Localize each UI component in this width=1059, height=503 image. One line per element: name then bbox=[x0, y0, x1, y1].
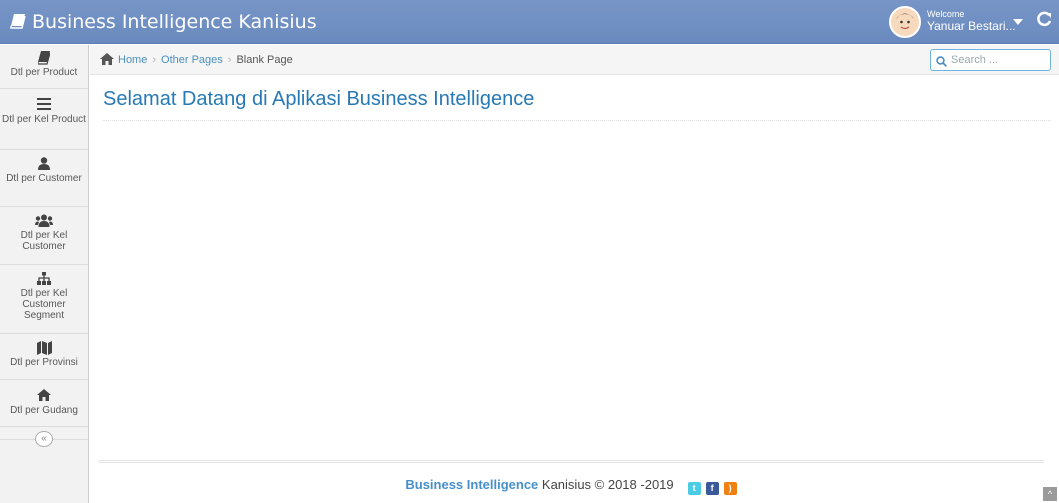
user-icon bbox=[0, 157, 88, 171]
collapse-sidebar-icon[interactable]: « bbox=[35, 431, 53, 447]
sidebar-item-label: Dtl per Kel Customer Segment bbox=[20, 288, 68, 321]
sidebar-item-label: Dtl per Kel Product bbox=[2, 114, 86, 125]
sidebar-item-product[interactable]: Dtl per Product bbox=[0, 45, 88, 89]
twitter-icon[interactable]: t bbox=[687, 482, 701, 495]
caret-down-icon[interactable] bbox=[1013, 19, 1023, 25]
rss-icon[interactable]: ) bbox=[723, 482, 737, 495]
sidebar-item-kel-product[interactable]: Dtl per Kel Product bbox=[0, 90, 88, 150]
users-icon bbox=[0, 214, 88, 228]
welcome-label: Welcome bbox=[927, 9, 965, 19]
facebook-icon[interactable]: f bbox=[705, 482, 719, 495]
breadcrumb: Home › Other Pages › Blank Page bbox=[90, 45, 1059, 75]
book-icon bbox=[10, 12, 26, 34]
sidebar-item-provinsi[interactable]: Dtl per Provinsi bbox=[0, 335, 88, 380]
welcome-text[interactable]: Welcome Yanuar Bestari... bbox=[927, 9, 1016, 33]
sidebar-item-customer[interactable]: Dtl per Customer bbox=[0, 151, 88, 207]
sidebar-item-kel-customer-segment[interactable]: Dtl per Kel Customer Segment bbox=[0, 266, 88, 334]
sidebar: Dtl per Product Dtl per Kel Product Dtl … bbox=[0, 45, 89, 503]
breadcrumb-trail: Home › Other Pages › Blank Page bbox=[100, 53, 293, 68]
sidebar-item-label: Dtl per Gudang bbox=[10, 405, 78, 416]
brand-title: Business Intelligence Kanisius bbox=[32, 11, 317, 33]
search-input[interactable] bbox=[951, 52, 1046, 68]
sidebar-item-label: Dtl per Provinsi bbox=[10, 357, 78, 368]
home-icon bbox=[100, 53, 114, 68]
sidebar-item-label: Dtl per Customer bbox=[6, 173, 82, 184]
map-icon bbox=[0, 341, 88, 355]
footer-content: Business Intelligence Kanisius © 2018 -2… bbox=[98, 477, 1044, 495]
footer: Business Intelligence Kanisius © 2018 -2… bbox=[98, 460, 1044, 503]
sidebar-item-kel-customer[interactable]: Dtl per Kel Customer bbox=[0, 208, 88, 265]
sitemap-icon bbox=[0, 272, 88, 286]
page-header: Selamat Datang di Aplikasi Business Inte… bbox=[103, 88, 1051, 121]
top-navbar: Business Intelligence Kanisius Welcome Y… bbox=[0, 0, 1059, 44]
footer-brand: Business Intelligence bbox=[405, 477, 539, 492]
breadcrumb-current: Blank Page bbox=[236, 54, 293, 66]
breadcrumb-separator: › bbox=[152, 54, 157, 66]
breadcrumb-home[interactable]: Home bbox=[118, 54, 147, 66]
home-icon bbox=[0, 389, 88, 403]
footer-copyright: Kanisius © 2018 -2019 bbox=[538, 477, 674, 492]
page-title: Selamat Datang di Aplikasi Business Inte… bbox=[103, 88, 535, 110]
scroll-up-icon[interactable]: ^ bbox=[1043, 487, 1057, 501]
user-name: Yanuar Bestari... bbox=[927, 19, 1016, 33]
search-icon bbox=[936, 54, 947, 72]
avatar[interactable] bbox=[889, 6, 921, 38]
sidebar-item-label: Dtl per Product bbox=[10, 67, 78, 78]
search-box bbox=[930, 49, 1051, 71]
breadcrumb-other-pages[interactable]: Other Pages bbox=[161, 54, 223, 66]
breadcrumb-separator: › bbox=[227, 54, 232, 66]
brand[interactable]: Business Intelligence Kanisius bbox=[10, 11, 317, 34]
book-icon bbox=[0, 51, 88, 65]
list-icon bbox=[0, 98, 88, 112]
refresh-icon[interactable] bbox=[1035, 10, 1053, 30]
sidebar-collapse: « bbox=[0, 429, 88, 449]
sidebar-item-label: Dtl per Kel Customer bbox=[20, 230, 68, 252]
sidebar-item-gudang[interactable]: Dtl per Gudang bbox=[0, 381, 88, 427]
